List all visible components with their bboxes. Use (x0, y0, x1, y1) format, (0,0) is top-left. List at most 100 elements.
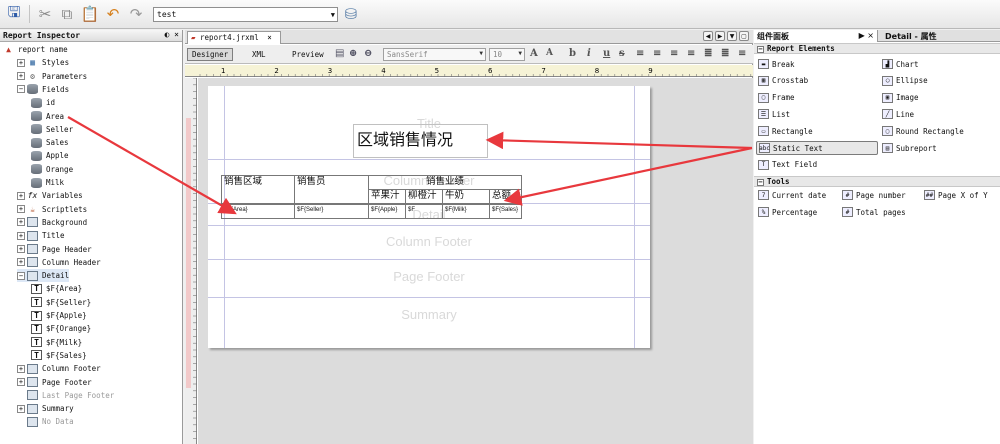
tree-item-styles[interactable]: + ▦ Styles (17, 56, 69, 69)
tree-item-milk[interactable]: Milk (31, 176, 64, 189)
font-shrink-icon[interactable]: A (546, 48, 553, 58)
tree-item-f-orange[interactable]: T $F{Orange} (31, 322, 91, 335)
view-xml-button[interactable]: XML (247, 48, 271, 61)
expand-icon[interactable]: + (17, 205, 25, 214)
element-break[interactable]: ▬ Break (756, 57, 795, 71)
format-overflow-icon[interactable]: ≡ (738, 48, 746, 59)
header-apple[interactable]: 苹果汁 (368, 189, 406, 204)
tree-item-scriptlets[interactable]: + ☕ Scriptlets (17, 203, 87, 216)
tree-item-column-footer[interactable]: + Column Footer (17, 362, 101, 375)
field-area[interactable]: $F{Area} (221, 204, 295, 219)
field-milk[interactable]: $F{Milk} (442, 204, 490, 219)
element-chart[interactable]: ▟ Chart (880, 57, 919, 71)
tool-total-pages[interactable]: # Total pages (840, 205, 906, 219)
column-footer-band[interactable]: Column Footer (208, 226, 650, 260)
maximize-icon[interactable]: ▢ (739, 31, 749, 41)
bold-icon[interactable]: b (569, 48, 576, 59)
redo-icon[interactable]: ↷ (126, 4, 146, 24)
save-icon[interactable]: 🖫 (4, 3, 24, 24)
tree-item-background[interactable]: + Background (17, 216, 87, 229)
tree-item-parameters[interactable]: + ⚙ Parameters (17, 70, 87, 83)
expand-icon[interactable]: + (17, 231, 25, 240)
tree-item-fields[interactable]: − Fields (17, 83, 69, 96)
header-milk[interactable]: 牛奶 (442, 189, 490, 204)
expand-icon[interactable]: + (17, 72, 25, 81)
field-seller[interactable]: $F{Seller} (294, 204, 369, 219)
collapse-icon[interactable]: − (17, 85, 25, 94)
tree-item-column-header[interactable]: + Column Header (17, 256, 101, 269)
header-area[interactable]: 销售区域 (221, 175, 295, 204)
font-grow-icon[interactable]: A (530, 48, 538, 59)
tree-item-seller[interactable]: Seller (31, 123, 73, 136)
tree-item-orange[interactable]: Orange (31, 163, 73, 176)
expand-icon[interactable]: + (17, 218, 25, 227)
tab-next-icon[interactable]: ▶ (715, 31, 725, 41)
more-format-icon[interactable]: ≣ (721, 48, 729, 59)
header-performance[interactable]: 销售业绩 (368, 175, 522, 190)
tree-item-variables[interactable]: + fx Variables (17, 189, 83, 202)
report-title-text[interactable]: 区域销售情况 (353, 124, 488, 158)
expand-icon[interactable]: + (17, 258, 25, 267)
zoom-out-icon[interactable]: ⊖ (364, 48, 372, 59)
font-name-select[interactable]: SansSerif ▼ (383, 48, 486, 61)
header-orange[interactable]: 柳橙汁 (405, 189, 443, 204)
element-image[interactable]: ▣ Image (880, 91, 919, 105)
expand-icon[interactable]: + (17, 191, 25, 200)
tree-item-apple[interactable]: Apple (31, 149, 69, 162)
tree-item-page-header[interactable]: + Page Header (17, 243, 92, 256)
paste-icon[interactable]: 📋 (80, 4, 100, 24)
tree-item-page-footer[interactable]: + Page Footer (17, 376, 92, 389)
tool-page-number[interactable]: # Page number (840, 188, 906, 202)
view-preview-button[interactable]: Preview (287, 48, 329, 61)
tree-item-f-area[interactable]: T $F{Area} (31, 282, 82, 295)
tree-item-area[interactable]: Area (31, 110, 64, 123)
field-apple[interactable]: $F{Apple} (368, 204, 406, 219)
element-text-field[interactable]: T Text Field (756, 158, 817, 172)
tool-percentage[interactable]: % Percentage (756, 205, 817, 219)
zoom-in-icon[interactable]: ⊕ (349, 48, 357, 59)
tree-item-last-page-footer[interactable]: Last Page Footer (17, 389, 114, 402)
element-rectangle[interactable]: ▭ Rectangle (756, 124, 813, 138)
element-list[interactable]: ☰ List (756, 107, 790, 121)
palette-tab-controls[interactable]: ▶ × (859, 31, 874, 40)
align-icon[interactable]: ▤ (335, 48, 344, 59)
expand-icon[interactable]: + (17, 404, 25, 413)
undo-icon[interactable]: ↶ (103, 4, 123, 24)
align-justify-icon[interactable]: ≡ (687, 48, 695, 59)
tool-page-x-of-y[interactable]: ## Page X of Y (922, 188, 988, 202)
expand-icon[interactable]: + (17, 378, 25, 386)
valign-icon[interactable]: ≣ (704, 48, 712, 59)
tree-item-f-apple[interactable]: T $F{Apple} (31, 309, 87, 322)
cut-icon[interactable]: ✂ (35, 4, 55, 24)
element-round-rectangle[interactable]: ▢ Round Rectangle (880, 124, 964, 138)
inspector-controls[interactable]: ◐ × (165, 30, 179, 39)
tab-list-icon[interactable]: ▼ (727, 31, 737, 41)
font-size-select[interactable]: 10 ▼ (489, 48, 525, 61)
datasource-combo[interactable]: test ▼ (153, 7, 338, 22)
element-line[interactable]: ╱ Line (880, 107, 914, 121)
tree-item-id[interactable]: id (31, 96, 55, 109)
view-designer-button[interactable]: Designer (187, 48, 234, 61)
align-left-icon[interactable]: ≡ (636, 48, 644, 59)
expand-icon[interactable]: + (17, 245, 25, 253)
tool-current-date[interactable]: 7 Current date (756, 188, 826, 202)
tree-item-f-seller[interactable]: T $F{Seller} (31, 296, 91, 309)
tab-report4[interactable]: ▰ report4.jrxml × (187, 31, 281, 44)
underline-icon[interactable]: u (603, 48, 610, 59)
field-sales[interactable]: $F{Sales} (489, 204, 522, 219)
tab-detail-properties[interactable]: Detail - 属性 (882, 30, 1000, 42)
tree-item-no-data[interactable]: No Data (17, 415, 74, 428)
datasource-icon[interactable]: ⛁ (341, 4, 361, 24)
italic-icon[interactable]: i (587, 48, 591, 59)
strikethrough-icon[interactable]: s (619, 48, 625, 59)
expand-icon[interactable]: + (17, 58, 25, 67)
tree-item-summary[interactable]: + Summary (17, 402, 74, 415)
design-canvas[interactable]: Title Column Header Detail Column Footer… (198, 78, 753, 444)
tab-palette[interactable]: 组件面板 ▶ × (754, 30, 878, 42)
element-static-text[interactable]: abc Static Text (756, 141, 878, 155)
field-orange[interactable]: $F (405, 204, 443, 219)
element-subreport[interactable]: ▤ Subreport (880, 141, 937, 155)
tree-item-detail[interactable]: − Detail (17, 269, 70, 283)
close-icon[interactable]: × (267, 33, 272, 42)
page-footer-band[interactable]: Page Footer (208, 260, 650, 298)
